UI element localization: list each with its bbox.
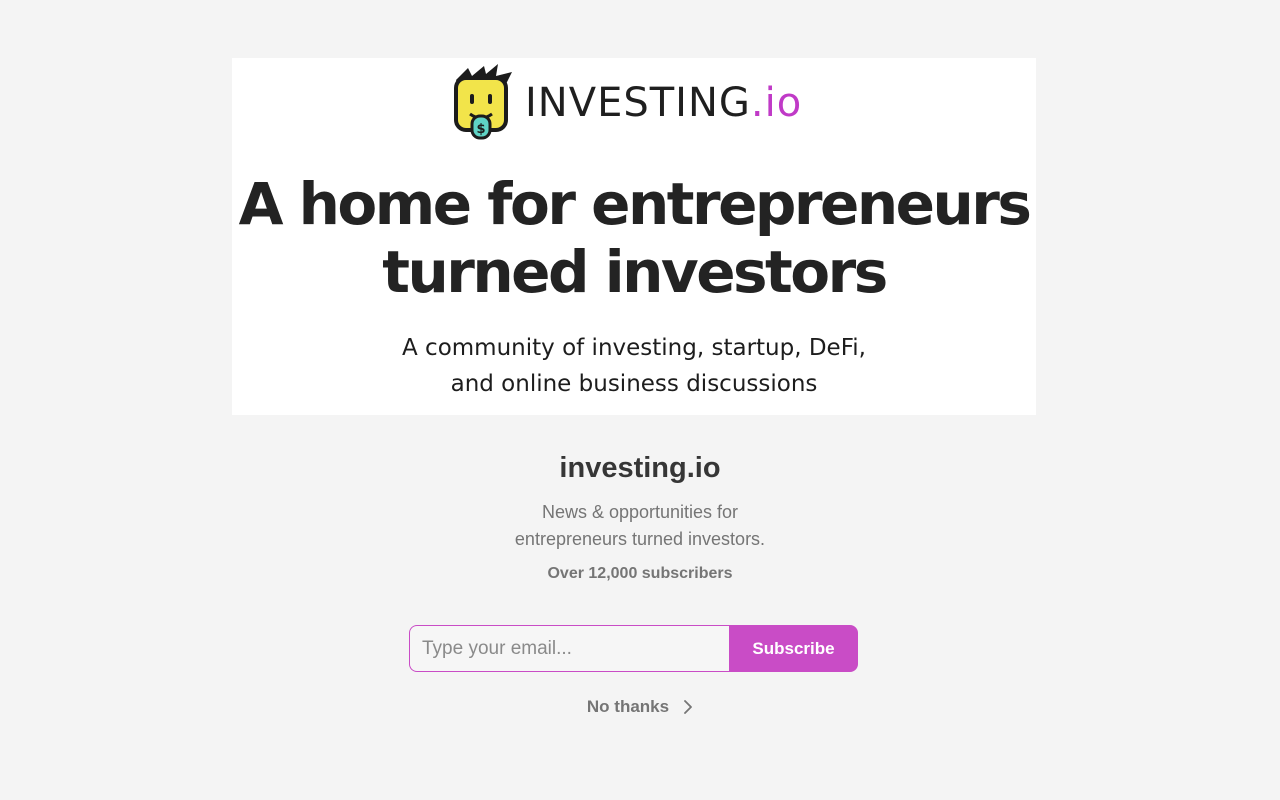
email-input[interactable]: [409, 625, 729, 672]
dismiss-row: No thanks: [0, 697, 1280, 717]
description-line-2: entrepreneurs turned investors.: [514, 529, 766, 549]
svg-text:$: $: [476, 122, 485, 137]
description-line-1: News & opportunities for: [541, 502, 739, 522]
no-thanks-link[interactable]: No thanks: [587, 697, 693, 717]
publication-title: investing.io: [559, 452, 721, 484]
subhead-line-1: A community of investing, startup, DeFi,: [402, 335, 866, 361]
subscribe-page: $ INVESTING.io A home for entrepreneurs …: [0, 0, 1280, 800]
no-thanks-label: No thanks: [586, 697, 670, 716]
subscriber-count: Over 12,000 subscribers: [547, 565, 733, 582]
chevron-right-icon: [684, 700, 692, 714]
headline-line-2: turned investors: [382, 238, 888, 306]
banner-subhead: A community of investing, startup, DeFi,…: [232, 330, 1036, 402]
subscribe-form: Subscribe: [409, 625, 858, 672]
logo: $ INVESTING.io: [232, 64, 1036, 144]
banner-headline: A home for entrepreneurs turned investor…: [232, 170, 1036, 306]
headline-line-1: A home for entrepreneurs: [238, 170, 1032, 238]
logo-wordmark: INVESTING.io: [525, 80, 803, 126]
subhead-line-2: and online business discussions: [450, 371, 818, 397]
smiley-dollar-logo-icon: $: [454, 64, 512, 140]
publication-description: News & opportunities for entrepreneurs t…: [0, 499, 1280, 553]
cover-banner: $ INVESTING.io A home for entrepreneurs …: [232, 58, 1036, 415]
subscribe-button[interactable]: Subscribe: [729, 625, 858, 672]
